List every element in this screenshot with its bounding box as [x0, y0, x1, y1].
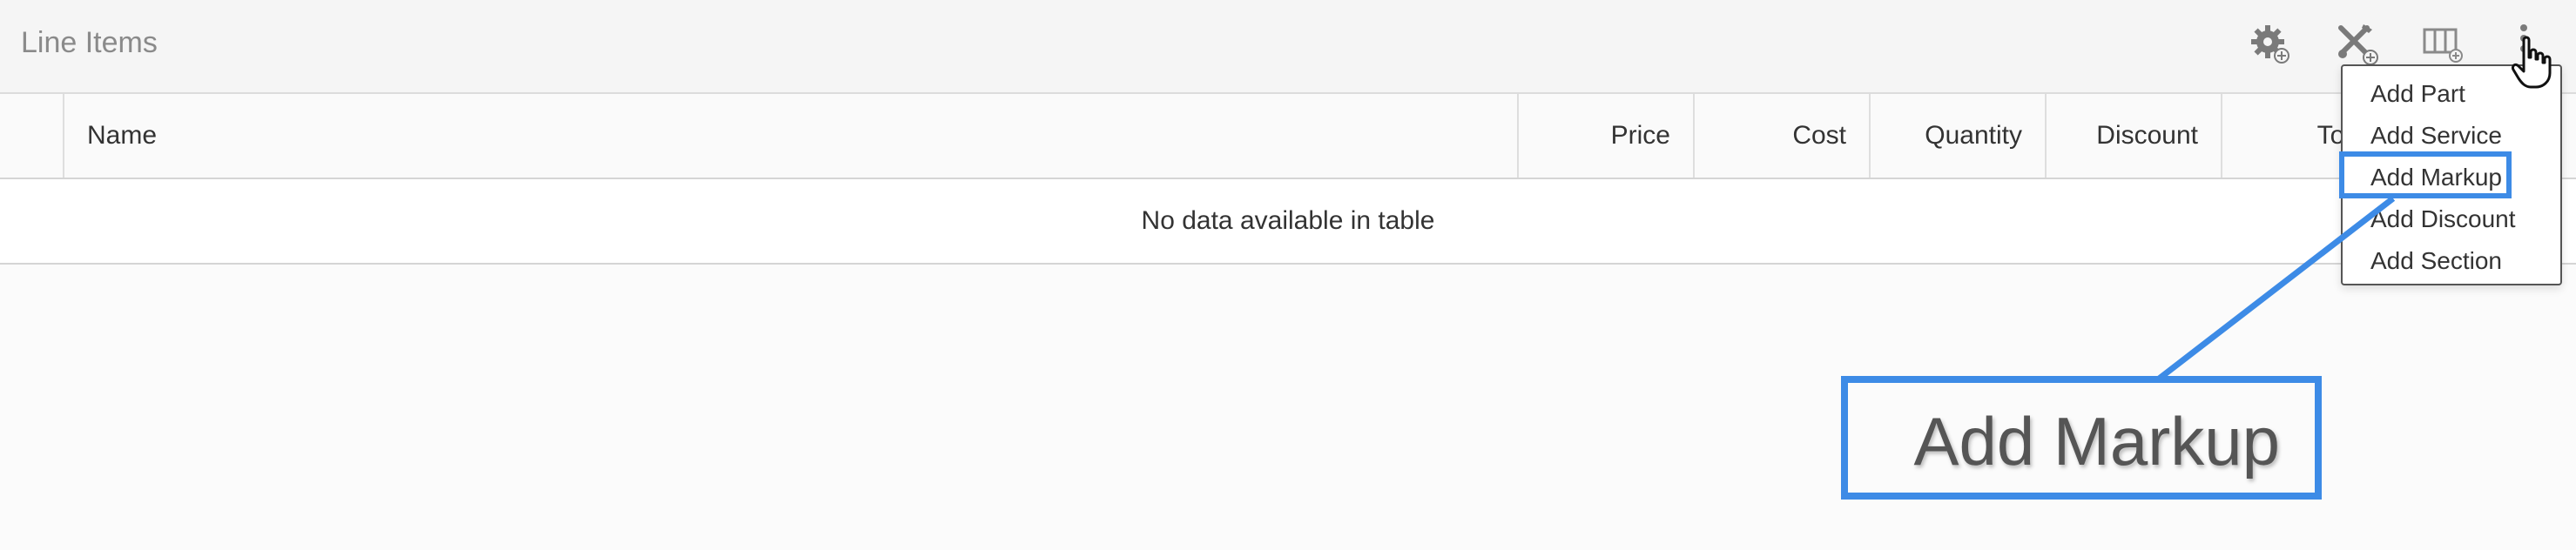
tools-add-button[interactable]	[2332, 19, 2381, 68]
hand-cursor-icon	[2512, 36, 2552, 89]
table-empty-row: No data available in table	[0, 179, 2576, 265]
column-header-price[interactable]: Price	[1517, 94, 1693, 178]
menu-item-add-section[interactable]: Add Section	[2370, 247, 2502, 275]
callout-text: Add Markup	[1913, 403, 2280, 480]
empty-table-message: No data available in table	[1141, 206, 1435, 235]
settings-add-icon	[2251, 25, 2289, 64]
column-header-cost[interactable]: Cost	[1693, 94, 1869, 178]
columns-add-button[interactable]	[2419, 19, 2468, 68]
settings-add-button[interactable]	[2245, 19, 2294, 68]
column-header-name[interactable]: Name	[63, 94, 1517, 178]
column-header-quantity[interactable]: Quantity	[1869, 94, 2045, 178]
column-header-discount[interactable]: Discount	[2045, 94, 2221, 178]
zoom-callout: Add Markup	[1841, 376, 2322, 500]
column-header-select	[0, 94, 63, 178]
more-options-menu: Add Part Add Service Add Markup Add Disc…	[2341, 64, 2562, 285]
panel-title: Line Items	[21, 26, 158, 59]
columns-add-icon	[2423, 28, 2463, 63]
menu-item-add-part[interactable]: Add Part	[2370, 80, 2465, 108]
menu-item-add-markup[interactable]: Add Markup	[2370, 164, 2502, 191]
panel-header: Line Items	[0, 0, 2576, 94]
menu-item-add-discount[interactable]: Add Discount	[2370, 205, 2516, 233]
table-header: Name Price Cost Quantity Discount Total	[0, 94, 2576, 179]
tools-add-icon	[2338, 24, 2378, 65]
menu-item-add-service[interactable]: Add Service	[2370, 122, 2502, 150]
